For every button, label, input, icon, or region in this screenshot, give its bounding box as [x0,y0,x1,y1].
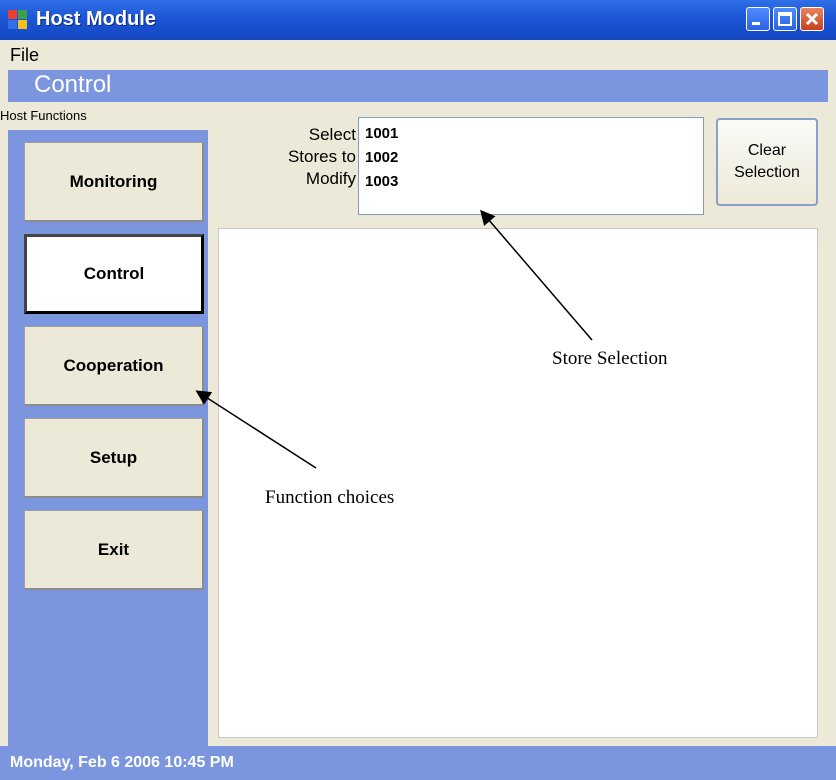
function-choices-arrow [195,390,317,469]
annotation-arrows [195,209,593,469]
host-module-window: Host Module File Control Host Functions … [0,0,836,780]
status-bar: Monday, Feb 6 2006 10:45 PM [0,746,836,780]
store-selection-arrow [480,209,593,341]
status-datetime: Monday, Feb 6 2006 10:45 PM [10,754,234,771]
